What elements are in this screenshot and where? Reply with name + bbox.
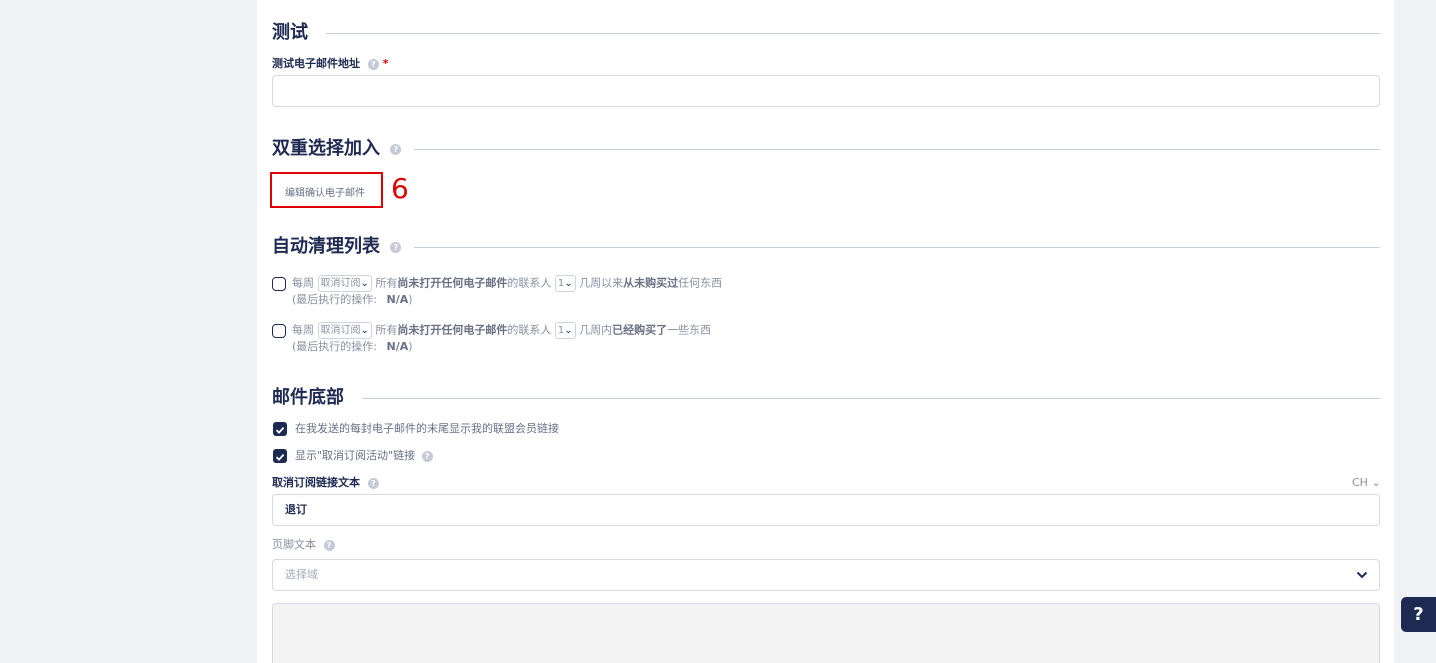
show-affiliate-label: 在我发送的每封电子邮件的末尾显示我的联盟会员链接 xyxy=(295,422,559,435)
rule-since: 几周以来 xyxy=(579,276,624,290)
divider xyxy=(414,247,1380,248)
section-title-test: 测试 xyxy=(272,22,308,43)
question-circle-icon[interactable]: ? xyxy=(421,450,433,462)
rule-suffix: 任何东西 xyxy=(678,276,723,290)
rule-condition: 尚未打开任何电子邮件 xyxy=(397,323,508,337)
rule-prefix: 每周 xyxy=(292,323,314,337)
divider xyxy=(362,398,1380,399)
test-email-label: 测试电子邮件地址 ? * xyxy=(272,57,388,71)
unsub-text-input[interactable]: 退订 xyxy=(272,494,1380,526)
last-action-value: N/A xyxy=(386,293,409,306)
chevron-down-icon: ⌄ xyxy=(564,278,573,289)
test-email-input[interactable] xyxy=(272,75,1380,107)
question-circle-icon[interactable]: ? xyxy=(367,58,379,70)
weeks-select[interactable]: 1⌄ xyxy=(554,322,576,339)
domain-select-placeholder: 选择域 xyxy=(285,568,318,581)
rule-contacts: 的联系人 xyxy=(507,323,552,337)
action-select[interactable]: 取消订阅⌄ xyxy=(317,275,372,292)
check-icon xyxy=(275,453,285,461)
help-button[interactable]: ? xyxy=(1401,597,1436,632)
chevron-down-icon xyxy=(1356,571,1368,579)
edit-confirmation-email-label: 编辑确认电子邮件 xyxy=(285,188,365,199)
rule-purchase: 从未购买过 xyxy=(623,276,679,290)
chevron-down-icon: ⌄ xyxy=(564,325,573,336)
rule-prefix: 每周 xyxy=(292,276,314,290)
section-title-auto-clean: 自动清理列表 ? xyxy=(272,236,402,258)
auto-clean-rule-1: 每周 取消订阅⌄ 所有尚未打开任何电子邮件的联系人 1⌄ 几周以来从未购买过任何… xyxy=(292,275,722,292)
last-action-label: (最后执行的操作: xyxy=(292,340,377,353)
language-selector-value: CH xyxy=(1352,476,1368,489)
settings-panel: 测试 测试电子邮件地址 ? * 双重选择加入 ? 编辑确认电子邮件 6 自动清理… xyxy=(257,0,1394,663)
last-action-close: ) xyxy=(408,340,413,353)
show-unsub-label: 显示"取消订阅活动"链接 ? xyxy=(295,449,433,463)
domain-select[interactable]: 选择域 xyxy=(272,559,1380,591)
show-unsub-checkbox[interactable] xyxy=(273,449,287,463)
section-title-auto-clean-text: 自动清理列表 xyxy=(272,236,380,257)
section-title-double-optin-text: 双重选择加入 xyxy=(272,138,380,159)
auto-clean-rule-1-checkbox[interactable] xyxy=(272,277,286,291)
auto-clean-rule-2-checkbox[interactable] xyxy=(272,324,286,338)
question-circle-icon[interactable]: ? xyxy=(323,539,335,551)
auto-clean-rule-2-last-action: (最后执行的操作: N/A) xyxy=(292,340,413,354)
rule-all: 所有 xyxy=(375,323,398,337)
test-email-label-text: 测试电子邮件地址 xyxy=(272,57,360,70)
section-title-footer: 邮件底部 xyxy=(272,387,344,408)
check-icon xyxy=(275,426,285,434)
action-select-value: 取消订阅 xyxy=(320,325,361,336)
rule-since: 几周内 xyxy=(579,323,613,337)
question-circle-icon[interactable]: ? xyxy=(367,477,379,489)
rule-all: 所有 xyxy=(375,276,398,290)
last-action-value: N/A xyxy=(386,340,409,353)
chevron-down-icon: ⌄ xyxy=(360,278,369,289)
question-circle-icon[interactable]: ? xyxy=(390,143,402,155)
annotation-number: 6 xyxy=(391,172,409,205)
last-action-label: (最后执行的操作: xyxy=(292,293,377,306)
auto-clean-rule-1-last-action: (最后执行的操作: N/A) xyxy=(292,293,413,307)
rule-contacts: 的联系人 xyxy=(507,276,552,290)
question-circle-icon[interactable]: ? xyxy=(390,241,402,253)
required-mark: * xyxy=(382,57,389,70)
divider xyxy=(414,149,1380,150)
edit-confirmation-email-button[interactable]: 编辑确认电子邮件 xyxy=(270,172,383,208)
chevron-down-icon: ⌄ xyxy=(360,325,369,336)
language-selector[interactable]: CH ⌄ xyxy=(1352,476,1381,490)
auto-clean-rule-2: 每周 取消订阅⌄ 所有尚未打开任何电子邮件的联系人 1⌄ 几周内已经购买了一些东… xyxy=(292,322,711,339)
show-affiliate-checkbox[interactable] xyxy=(273,422,287,436)
unsub-text-label-text: 取消订阅链接文本 xyxy=(272,476,360,489)
footer-text-label-text: 页脚文本 xyxy=(272,538,316,551)
rule-suffix: 一些东西 xyxy=(667,323,712,337)
rule-condition: 尚未打开任何电子邮件 xyxy=(397,276,508,290)
divider xyxy=(326,33,1380,34)
chevron-down-icon: ⌄ xyxy=(1371,476,1381,489)
action-select-value: 取消订阅 xyxy=(320,278,361,289)
unsub-text-label: 取消订阅链接文本 ? xyxy=(272,476,379,490)
section-title-double-optin: 双重选择加入 ? xyxy=(272,138,402,160)
footer-text-editor[interactable] xyxy=(272,603,1380,663)
show-unsub-label-text: 显示"取消订阅活动"链接 xyxy=(295,449,416,462)
last-action-close: ) xyxy=(408,293,413,306)
weeks-select[interactable]: 1⌄ xyxy=(554,275,576,292)
rule-purchase: 已经购买了 xyxy=(612,323,668,337)
footer-text-label: 页脚文本 ? xyxy=(272,538,335,552)
action-select[interactable]: 取消订阅⌄ xyxy=(317,322,372,339)
